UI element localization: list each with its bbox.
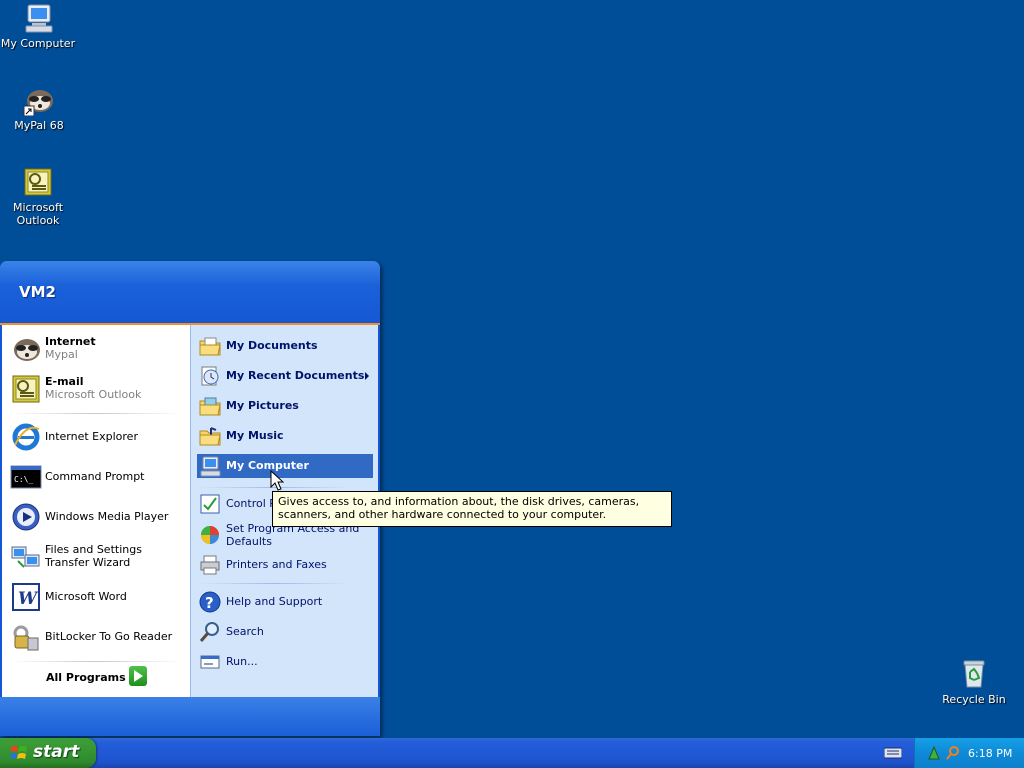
keyboard-icon[interactable]: [883, 747, 903, 759]
start-menu-left-pane: Internet Mypal E-mail Microsoft Outlook …: [2, 325, 190, 697]
mypal-icon: [23, 84, 55, 117]
pinned-item-subtitle: Microsoft Outlook: [45, 388, 142, 401]
recent-item-label: Microsoft Word: [45, 590, 127, 603]
outlook-icon: [22, 166, 54, 198]
folder-documents-icon: [199, 335, 221, 357]
place-item-my-computer[interactable]: My Computer: [197, 454, 373, 478]
separator: [10, 661, 182, 662]
search-icon: [199, 621, 221, 643]
desktop-icon-label: Recycle Bin: [942, 693, 1006, 706]
support-item-run[interactable]: Run...: [197, 650, 373, 674]
start-menu-footer: [0, 697, 380, 736]
control-panel-icon: [199, 493, 221, 515]
recent-item-label: Internet Explorer: [45, 430, 138, 443]
svg-text:C:\_: C:\_: [14, 475, 33, 484]
folder-pictures-icon: [199, 395, 221, 417]
recent-item-command-prompt[interactable]: C:\_ Command Prompt: [8, 459, 186, 495]
tooltip: Gives access to, and information about, …: [272, 491, 672, 527]
recycle-bin-icon: [958, 658, 990, 690]
system-tray: 6:18 PM: [914, 738, 1024, 768]
program-defaults-icon: [199, 524, 221, 546]
recent-item-label: BitLocker To Go Reader: [45, 630, 173, 643]
recent-item-transfer-wizard[interactable]: Files and Settings Transfer Wizard: [8, 539, 186, 575]
place-item-my-music[interactable]: My Music: [197, 424, 373, 448]
place-item-label: My Documents: [226, 339, 318, 352]
word-icon: W: [10, 581, 42, 613]
settings-item-label: Control P: [226, 497, 276, 510]
recent-item-label: Files and Settings Transfer Wizard: [45, 543, 142, 569]
run-icon: [199, 651, 221, 673]
pinned-item-email[interactable]: E-mail Microsoft Outlook: [8, 371, 186, 407]
desktop-icon-label: MyPal 68: [14, 119, 64, 132]
transfer-wizard-icon: [10, 541, 42, 573]
svg-text:W: W: [18, 589, 39, 609]
printer-icon: [199, 554, 221, 576]
recent-item-internet-explorer[interactable]: Internet Explorer: [8, 419, 186, 455]
place-item-label: My Computer: [226, 459, 309, 472]
recent-item-label: Command Prompt: [45, 470, 145, 483]
support-item-help[interactable]: ? Help and Support: [197, 590, 373, 614]
start-button[interactable]: start: [0, 738, 96, 768]
pinned-item-title: E-mail: [45, 375, 84, 388]
media-player-icon: [10, 501, 42, 533]
support-item-label: Help and Support: [226, 595, 323, 608]
place-item-my-pictures[interactable]: My Pictures: [197, 394, 373, 418]
submenu-arrow-icon: [365, 372, 369, 380]
support-item-label: Run...: [226, 655, 258, 668]
desktop-icon-label: Microsoft Outlook: [12, 201, 64, 227]
my-computer-icon: [22, 2, 54, 34]
desktop-icon-recycle-bin[interactable]: Recycle Bin: [936, 658, 1012, 706]
folder-music-icon: [199, 425, 221, 447]
all-programs-label[interactable]: All Programs: [46, 671, 126, 684]
pinned-item-internet[interactable]: Internet Mypal: [8, 331, 186, 367]
my-computer-icon: [199, 455, 221, 477]
recent-item-label: Windows Media Player: [45, 510, 169, 523]
internet-explorer-icon: [10, 421, 42, 453]
recent-item-word[interactable]: W Microsoft Word: [8, 579, 186, 615]
search-tray-icon[interactable]: [945, 745, 961, 764]
pinned-item-title: Internet: [45, 335, 96, 348]
recent-documents-icon: [199, 365, 221, 387]
user-name: VM2: [19, 283, 56, 301]
taskbar: start 6:18 PM: [0, 738, 1024, 768]
help-icon: ?: [199, 591, 221, 613]
place-item-recent-documents[interactable]: My Recent Documents: [197, 364, 373, 388]
start-menu-header: VM2: [0, 261, 380, 325]
all-programs-arrow-icon[interactable]: [129, 666, 147, 686]
outlook-icon: [10, 373, 42, 405]
recent-item-media-player[interactable]: Windows Media Player: [8, 499, 186, 535]
place-item-label: My Pictures: [226, 399, 299, 412]
settings-item-printers[interactable]: Printers and Faxes: [197, 553, 373, 577]
bitlocker-icon: [10, 621, 42, 653]
start-label: start: [33, 742, 80, 762]
separator: [199, 583, 351, 584]
desktop-icon-label: My Computer: [0, 37, 76, 50]
svg-text:?: ?: [205, 594, 214, 612]
support-item-search[interactable]: Search: [197, 620, 373, 644]
desktop-icon-my-computer[interactable]: My Computer: [0, 2, 76, 50]
place-item-my-documents[interactable]: My Documents: [197, 334, 373, 358]
desktop-icon-outlook[interactable]: Microsoft Outlook: [0, 166, 76, 227]
windows-logo-icon: [10, 744, 28, 762]
separator: [10, 413, 182, 414]
clock[interactable]: 6:18 PM: [968, 747, 1012, 760]
place-item-label: My Music: [226, 429, 284, 442]
place-item-label: My Recent Documents: [226, 369, 365, 382]
support-item-label: Search: [226, 625, 264, 638]
mouse-cursor-icon: [270, 469, 285, 495]
settings-item-label: Printers and Faxes: [226, 558, 327, 571]
command-prompt-icon: C:\_: [10, 461, 42, 493]
desktop-icon-mypal[interactable]: MyPal 68: [1, 84, 77, 132]
network-icon[interactable]: [927, 745, 941, 764]
recent-item-bitlocker[interactable]: BitLocker To Go Reader: [8, 619, 186, 655]
mypal-icon: [10, 333, 42, 365]
pinned-item-subtitle: Mypal: [45, 348, 78, 361]
